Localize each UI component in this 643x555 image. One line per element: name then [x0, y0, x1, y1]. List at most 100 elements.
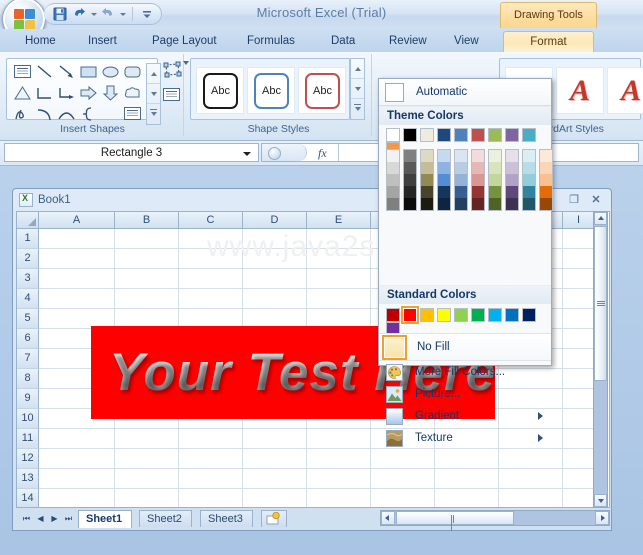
theme-color-variant-swatch[interactable] [404, 162, 416, 174]
grid-cell[interactable] [435, 469, 499, 489]
grid-cell[interactable] [179, 489, 243, 507]
grid-cell[interactable] [563, 429, 595, 449]
theme-color-variant-swatch[interactable] [506, 186, 518, 198]
vertical-scrollbar[interactable] [593, 211, 608, 508]
grid-cell[interactable] [115, 489, 179, 507]
shape-cloud-icon[interactable] [123, 84, 144, 103]
theme-color-variant-column[interactable] [437, 149, 451, 211]
grid-cell[interactable] [307, 249, 371, 269]
theme-color-variant-swatch[interactable] [472, 150, 484, 162]
shape-curly-brace-icon[interactable] [79, 105, 100, 124]
shape-styles-more-button[interactable] [351, 99, 364, 118]
standard-color-swatch[interactable] [420, 308, 434, 322]
grid-cell[interactable] [115, 289, 179, 309]
theme-color-variant-swatch[interactable] [438, 174, 450, 186]
theme-color-variant-swatch[interactable] [387, 186, 399, 198]
row-header-5[interactable]: 5 [17, 309, 39, 329]
row-header-12[interactable]: 12 [17, 449, 39, 469]
theme-color-swatch[interactable] [437, 128, 451, 142]
theme-color-variant-swatch[interactable] [506, 150, 518, 162]
theme-color-variant-swatch[interactable] [472, 162, 484, 174]
shape-style-thumb-1[interactable]: Abc [196, 67, 244, 114]
shape-right-arrow-icon[interactable] [79, 84, 100, 103]
theme-color-variant-swatch[interactable] [506, 162, 518, 174]
standard-color-swatch[interactable] [437, 308, 451, 322]
scroll-up-button[interactable] [594, 212, 607, 225]
theme-color-variant-column[interactable] [420, 149, 434, 211]
tab-view[interactable]: View [445, 31, 488, 52]
grid-cell[interactable] [243, 449, 307, 469]
grid-cell[interactable] [179, 229, 243, 249]
shape-down-arrow-icon[interactable] [101, 84, 122, 103]
tab-page-layout[interactable]: Page Layout [143, 31, 226, 52]
menu-item-picture[interactable]: Picture... [379, 383, 551, 405]
menu-item-automatic[interactable]: Automatic [379, 79, 551, 106]
grid-cell[interactable] [307, 469, 371, 489]
grid-cell[interactable] [39, 449, 115, 469]
first-sheet-button[interactable]: ⏮ [20, 511, 33, 526]
theme-color-variant-swatch[interactable] [489, 174, 501, 186]
column-header-c[interactable]: C [179, 212, 243, 229]
theme-color-variant-swatch[interactable] [404, 198, 416, 210]
shape-styles-scroll-down-button[interactable] [351, 79, 364, 99]
theme-color-variant-column[interactable] [488, 149, 502, 211]
restore-button[interactable]: ❐ [565, 192, 583, 207]
grid-cell[interactable] [371, 489, 435, 507]
insert-function-icon[interactable]: fx [318, 146, 327, 161]
theme-color-swatch[interactable] [471, 128, 485, 142]
grid-cell[interactable] [179, 249, 243, 269]
grid-cell[interactable] [243, 289, 307, 309]
theme-color-variant-swatch[interactable] [489, 162, 501, 174]
theme-color-variant-swatch[interactable] [523, 162, 535, 174]
grid-cell[interactable] [563, 469, 595, 489]
shape-styles-scroll-up-button[interactable] [351, 59, 364, 79]
theme-color-variant-swatch[interactable] [438, 162, 450, 174]
grid-cell[interactable] [115, 469, 179, 489]
column-header-d[interactable]: D [243, 212, 307, 229]
scroll-left-button[interactable] [381, 511, 395, 525]
shape-scribble-icon[interactable] [13, 105, 34, 124]
grid-cell[interactable] [243, 489, 307, 507]
theme-color-variant-swatch[interactable] [421, 162, 433, 174]
standard-color-swatch[interactable] [454, 308, 468, 322]
name-box[interactable]: Rectangle 3 [4, 143, 259, 162]
theme-color-variant-swatch[interactable] [421, 198, 433, 210]
shape-oval-icon[interactable] [101, 63, 122, 82]
formula-bar-expand-button[interactable] [262, 144, 307, 161]
grid-cell[interactable] [563, 269, 595, 289]
theme-color-variant-swatch[interactable] [404, 150, 416, 162]
grid-cell[interactable] [499, 449, 563, 469]
row-header-3[interactable]: 3 [17, 269, 39, 289]
grid-cell[interactable] [499, 489, 563, 507]
row-header-7[interactable]: 7 [17, 349, 39, 369]
shape-arc-icon[interactable] [57, 105, 78, 124]
theme-color-variant-swatch[interactable] [540, 150, 552, 162]
theme-color-variant-swatch[interactable] [455, 150, 467, 162]
grid-cell[interactable] [243, 229, 307, 249]
grid-cell[interactable] [39, 269, 115, 289]
column-header-e[interactable]: E [307, 212, 371, 229]
row-header-1[interactable]: 1 [17, 229, 39, 249]
theme-color-variant-swatch[interactable] [540, 162, 552, 174]
shape-style-thumb-3[interactable]: Abc [298, 67, 346, 114]
column-header-b[interactable]: B [115, 212, 179, 229]
shape-style-thumb-2[interactable]: Abc [247, 67, 295, 114]
theme-color-variant-column[interactable] [505, 149, 519, 211]
theme-color-variant-swatch[interactable] [506, 174, 518, 186]
shape-elbow-arrow-connector-icon[interactable] [57, 84, 78, 103]
tab-home[interactable]: Home [16, 31, 65, 52]
grid-cell[interactable] [243, 429, 307, 449]
shapes-scroll-down-button[interactable] [147, 84, 160, 104]
theme-color-variant-swatch[interactable] [455, 198, 467, 210]
tab-insert[interactable]: Insert [79, 31, 126, 52]
menu-item-more-fill-colors[interactable]: More Fill Colors... [379, 361, 551, 383]
grid-cell[interactable] [179, 289, 243, 309]
grid-cell[interactable] [243, 469, 307, 489]
menu-item-texture[interactable]: Texture [379, 427, 551, 449]
theme-color-variant-swatch[interactable] [523, 198, 535, 210]
tab-formulas[interactable]: Formulas [238, 31, 304, 52]
theme-color-variant-swatch[interactable] [523, 186, 535, 198]
shape-textbox-icon[interactable] [13, 63, 34, 82]
grid-cell[interactable] [563, 229, 595, 249]
theme-color-variant-swatch[interactable] [472, 174, 484, 186]
